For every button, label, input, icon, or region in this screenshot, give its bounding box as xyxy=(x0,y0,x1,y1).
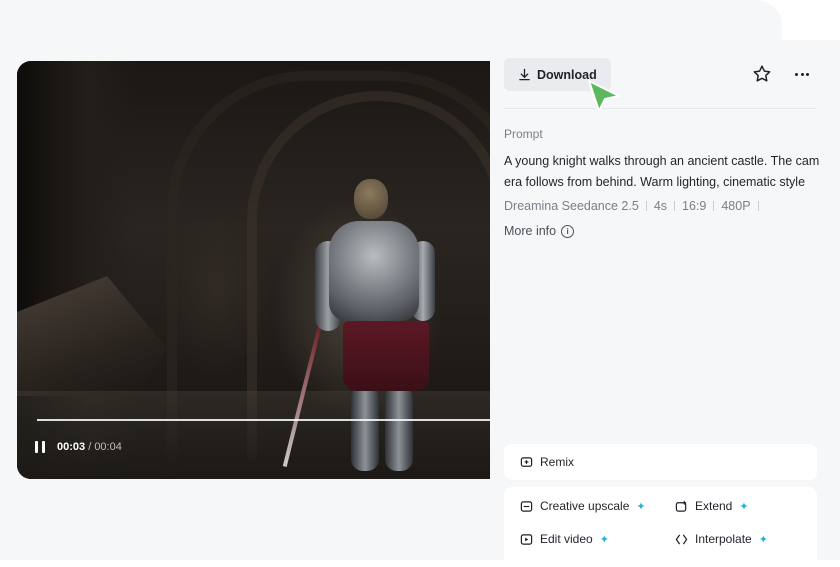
generation-meta: Dreamina Seedance 2.5 4s 16:9 480P xyxy=(504,199,766,213)
meta-resolution: 480P xyxy=(721,199,751,213)
meta-aspect-ratio: 16:9 xyxy=(682,199,707,213)
edit-video-button[interactable]: Edit video ✦ xyxy=(520,532,609,546)
remix-label: Remix xyxy=(540,455,575,469)
extend-label: Extend xyxy=(695,499,733,513)
sparkle-icon: ✦ xyxy=(636,500,646,513)
edit-video-label: Edit video xyxy=(540,532,593,546)
download-button[interactable]: Download xyxy=(504,58,611,91)
interpolate-button[interactable]: Interpolate ✦ xyxy=(675,532,768,546)
extend-button[interactable]: Extend ✦ xyxy=(675,499,749,513)
extend-icon xyxy=(675,500,687,512)
video-player[interactable]: 00:03 / 00:04 xyxy=(17,61,507,479)
knight-tunic xyxy=(343,321,429,391)
divider xyxy=(504,108,817,109)
creative-upscale-label: Creative upscale xyxy=(540,499,630,513)
meta-model: Dreamina Seedance 2.5 xyxy=(504,199,639,213)
details-panel: Download Prompt A young knight walks thr… xyxy=(490,40,840,567)
download-icon xyxy=(519,68,530,81)
more-options-icon[interactable] xyxy=(792,64,812,84)
star-icon[interactable] xyxy=(752,64,772,84)
more-info-link[interactable]: More info i xyxy=(504,224,575,238)
time-separator: / xyxy=(85,441,95,453)
upscale-icon xyxy=(520,500,533,512)
interpolate-icon xyxy=(675,534,688,544)
video-progress-bar[interactable] xyxy=(37,419,507,421)
creative-upscale-button[interactable]: Creative upscale ✦ xyxy=(520,499,646,513)
knight-leg xyxy=(385,386,413,471)
sparkle-icon: ✦ xyxy=(758,533,768,546)
remix-button[interactable]: Remix xyxy=(520,455,574,469)
edit-tools-card: Creative upscale ✦ Extend ✦ Edit video ✦… xyxy=(504,487,817,567)
prompt-label: Prompt xyxy=(504,127,543,141)
knight-figure xyxy=(282,171,439,471)
download-label: Download xyxy=(537,67,597,82)
video-controls: 00:03 / 00:04 xyxy=(35,441,122,453)
interpolate-label: Interpolate xyxy=(695,532,752,546)
remix-icon xyxy=(520,456,533,467)
info-icon: i xyxy=(561,224,575,238)
time-current: 00:03 xyxy=(57,441,86,453)
knight-leg xyxy=(351,386,379,471)
sparkle-icon: ✦ xyxy=(739,500,749,513)
more-info-label: More info xyxy=(504,224,557,238)
knight-head xyxy=(354,179,388,219)
time-total: 00:04 xyxy=(94,441,122,453)
video-time: 00:03 / 00:04 xyxy=(57,441,122,453)
sparkle-icon: ✦ xyxy=(599,533,609,546)
remix-card: Remix xyxy=(504,444,817,480)
edit-video-icon xyxy=(520,533,533,545)
pause-icon[interactable] xyxy=(35,441,47,453)
meta-duration: 4s xyxy=(653,199,668,213)
panel-toolbar: Download xyxy=(504,58,817,92)
prompt-text: A young knight walks through an ancient … xyxy=(504,154,820,189)
knight-armor xyxy=(329,221,419,321)
